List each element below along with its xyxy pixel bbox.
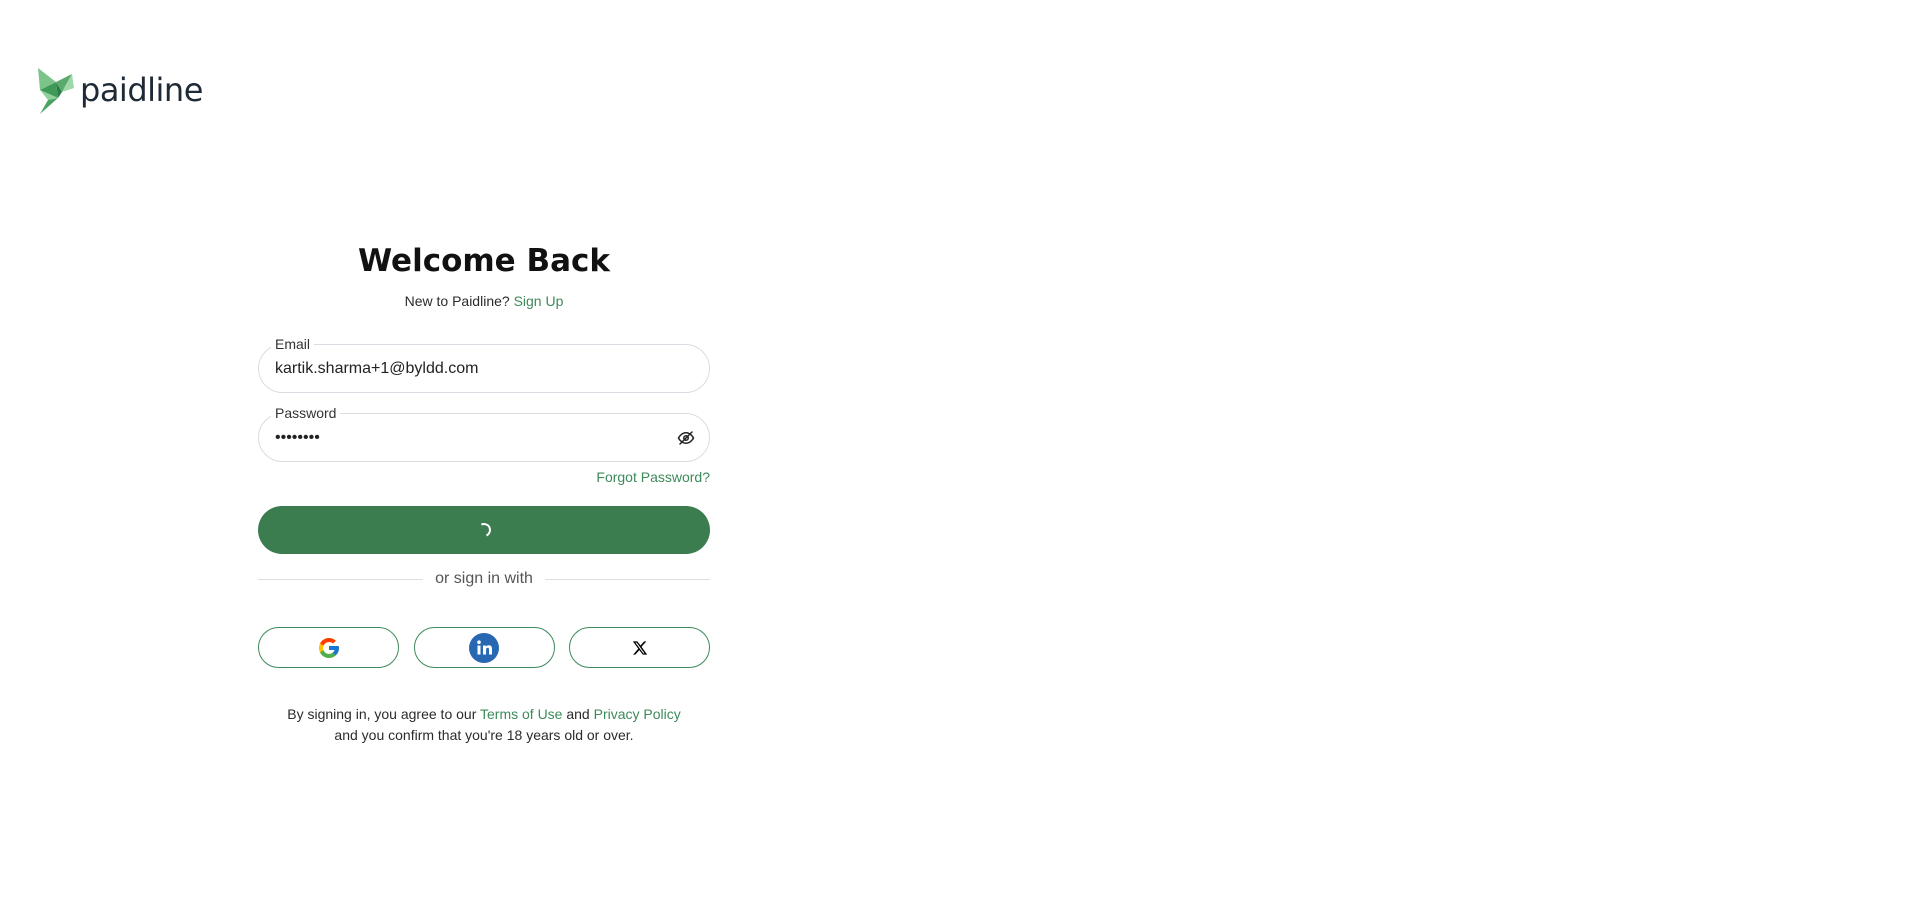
linkedin-icon — [469, 632, 499, 663]
signup-prompt: New to Paidline? Sign Up — [258, 292, 710, 310]
divider-line-left — [258, 578, 424, 580]
paidline-logo[interactable]: paidline — [36, 68, 203, 114]
signup-prompt-text: New to Paidline? — [404, 293, 510, 309]
signup-link[interactable]: Sign Up — [514, 293, 564, 309]
social-divider: or sign in with — [258, 569, 711, 589]
login-panel: Welcome Back New to Paidline? Sign Up Em… — [258, 240, 711, 746]
password-label: Password — [271, 405, 341, 421]
password-input[interactable] — [275, 426, 665, 450]
eye-off-icon[interactable] — [677, 429, 695, 447]
terms-prefix: By signing in, you agree to our — [287, 706, 477, 722]
page-title: Welcome Back — [357, 243, 611, 279]
email-input[interactable] — [275, 357, 665, 381]
terms-notice: By signing in, you agree to our Terms of… — [258, 704, 710, 746]
sign-in-button[interactable] — [258, 506, 710, 554]
google-sign-in-button[interactable] — [258, 627, 399, 668]
google-icon — [318, 637, 339, 658]
x-icon — [632, 640, 647, 655]
email-label: Email — [271, 336, 315, 352]
x-sign-in-button[interactable] — [569, 627, 710, 668]
forgot-row: Forgot Password? — [258, 468, 710, 486]
divider-line-right — [544, 578, 711, 580]
social-login-row — [258, 627, 710, 668]
email-field: Email — [258, 336, 710, 393]
privacy-policy-link[interactable]: Privacy Policy — [594, 706, 681, 722]
terms-suffix: and you confirm that you're 18 years old… — [334, 727, 634, 743]
linkedin-sign-in-button[interactable] — [413, 627, 555, 668]
spinner-icon — [475, 521, 493, 539]
terms-and: and — [566, 706, 590, 722]
brand-name: paidline — [80, 71, 203, 109]
divider-text: or sign in with — [435, 570, 533, 587]
forgot-password-link[interactable]: Forgot Password? — [596, 469, 710, 485]
paidline-logo-icon — [38, 68, 74, 114]
terms-of-use-link[interactable]: Terms of Use — [480, 706, 562, 722]
password-field: Password — [258, 405, 710, 462]
